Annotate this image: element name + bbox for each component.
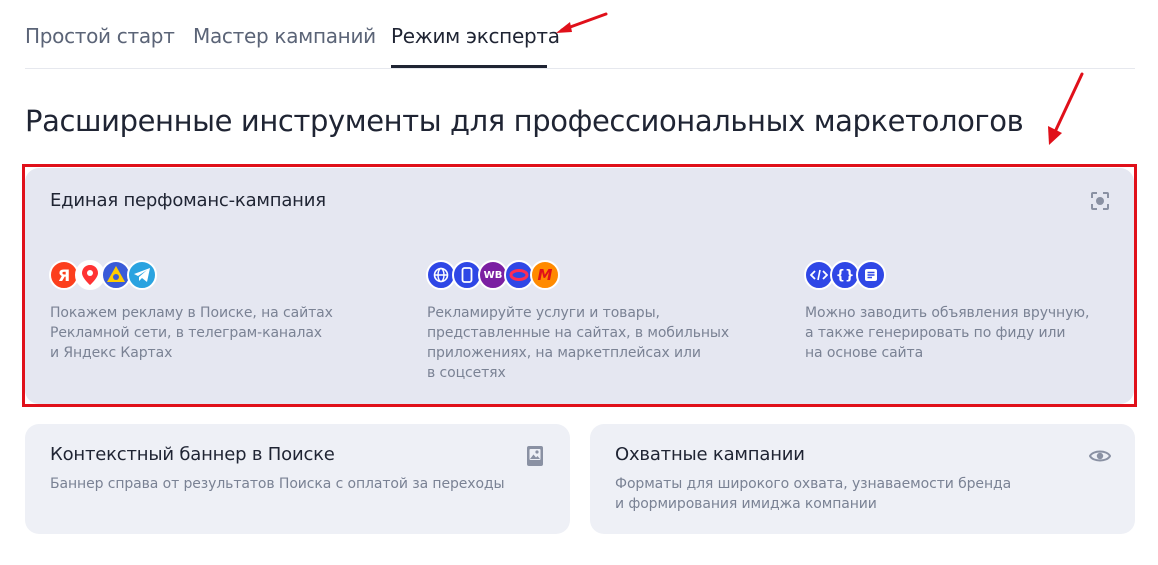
tab-expert-mode[interactable]: Режим эксперта (391, 24, 560, 48)
eye-icon (1089, 450, 1111, 462)
tab-simple-start[interactable]: Простой старт (25, 24, 175, 48)
objects-description: Рекламируйте услуги и товары, представле… (427, 305, 730, 381)
annotation-arrow-card (1048, 72, 1084, 145)
focus-icon (1091, 192, 1109, 210)
card-title: Контекстный баннер в Поиске (50, 444, 335, 465)
context-banner-card[interactable]: Контекстный баннер в Поиске Баннер справ… (25, 424, 570, 534)
creation-icons: {} (804, 260, 904, 290)
card-description: Баннер справа от результатов Поиска с оп… (50, 476, 505, 492)
placements-description: Покажем рекламу в Поиске, на сайтах Рекл… (50, 305, 333, 361)
telegram-icon (127, 260, 157, 290)
performance-campaign-card[interactable]: Единая перфоманс-кампания Я Покажем рекл… (25, 168, 1134, 404)
page-title: Расширенные инструменты для профессионал… (25, 104, 1024, 138)
megamarket-icon: M (530, 260, 560, 290)
mode-tabs: Простой старт Мастер кампаний Режим эксп… (25, 0, 1135, 69)
creation-description: Можно заводить объявления вручную, а так… (805, 305, 1090, 361)
card-title: Охватные кампании (615, 444, 805, 465)
card-description: Форматы для широкого охвата, узнаваемост… (615, 476, 1012, 512)
image-icon (527, 446, 543, 466)
tab-campaign-master[interactable]: Мастер кампаний (193, 24, 376, 48)
active-tab-indicator (391, 65, 547, 68)
document-icon (856, 260, 886, 290)
objects-icons: WB M (426, 260, 576, 290)
reach-campaigns-card[interactable]: Охватные кампании Форматы для широкого о… (590, 424, 1135, 534)
card-title: Единая перфоманс-кампания (50, 190, 326, 211)
placements-icons: Я (49, 260, 169, 290)
